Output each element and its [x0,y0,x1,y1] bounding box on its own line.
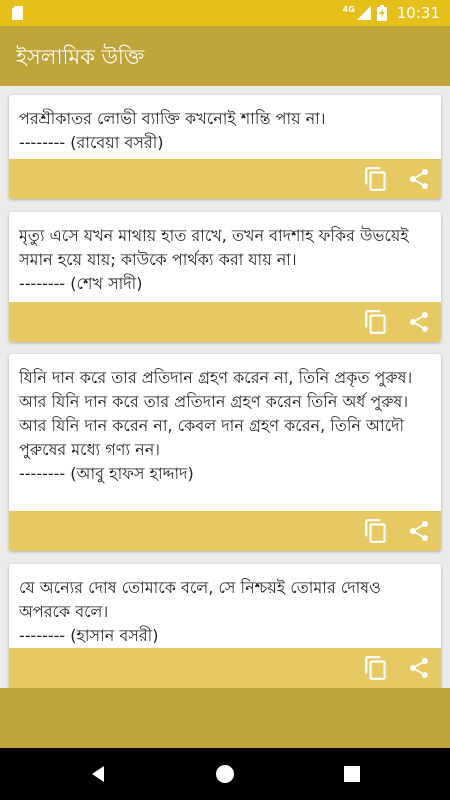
quote-author: -------- (হাসান বসরী) [19,626,159,645]
quote-author: -------- (আবু হাফস হাদ্দাদ) [19,464,194,483]
quote-card: যিনি দান করে তার প্রতিদান গ্রহণ করেন না,… [9,354,441,551]
share-icon[interactable] [407,167,431,191]
recents-icon[interactable] [340,762,364,786]
quote-text: মৃত্যু এসে যখন মাথায় হাত রাখে, তখন বাদশ… [19,226,409,269]
quote-text: যে অন্যের দোষ তোমাকে বলে, সে নিশ্চয়ই তো… [19,578,381,621]
quote-list[interactable]: পরশ্রীকাতর লোভী ব্যাক্তি কখনোই শান্তি পা… [0,86,450,688]
share-icon[interactable] [407,656,431,680]
quote-author: -------- (রাবেয়া বসরী) [19,133,164,152]
card-actions [9,302,441,342]
clock: 10:31 [396,4,440,22]
home-icon[interactable] [213,762,237,786]
app-bar: ইসলামিক উক্তি [0,26,450,86]
quote-card: মৃত্যু এসে যখন মাথায় হাত রাখে, তখন বাদশ… [9,212,441,342]
card-actions [9,159,441,199]
navigation-bar [0,748,450,800]
card-actions [9,511,441,551]
copy-icon[interactable] [363,655,389,681]
share-icon[interactable] [407,310,431,334]
status-icons: 4G 10:31 [343,0,440,26]
card-actions [9,648,441,688]
status-bar: 4G 10:31 [0,0,450,26]
share-icon[interactable] [407,519,431,543]
copy-icon[interactable] [363,309,389,335]
back-icon[interactable] [86,762,110,786]
battery-charging-icon [376,5,387,21]
quote-text: যিনি দান করে তার প্রতিদান গ্রহণ করেন না,… [19,368,413,459]
network-type: 4G [342,4,355,14]
quote-card: পরশ্রীকাতর লোভী ব্যাক্তি কখনোই শান্তি পা… [9,95,441,199]
bottom-banner [0,688,450,748]
copy-icon[interactable] [363,518,389,544]
app-title: ইসলামিক উক্তি [16,45,145,69]
sd-card-icon [12,6,23,20]
quote-author: -------- (শেখ সাদী) [19,274,143,293]
copy-icon[interactable] [363,166,389,192]
quote-card: যে অন্যের দোষ তোমাকে বলে, সে নিশ্চয়ই তো… [9,564,441,688]
signal-icon [356,6,371,20]
quote-text: পরশ্রীকাতর লোভী ব্যাক্তি কখনোই শান্তি পা… [19,109,326,128]
